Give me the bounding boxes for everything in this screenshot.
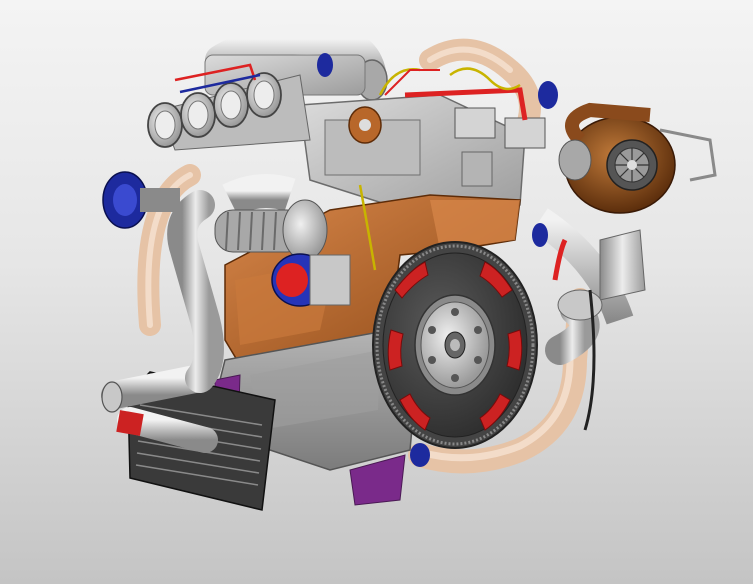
flywheel-icon	[372, 241, 538, 449]
engine-render	[101, 24, 717, 511]
oil-filter	[271, 253, 351, 307]
intake-bellows	[214, 199, 328, 261]
alternator	[348, 106, 382, 144]
fuel-line	[384, 69, 440, 96]
turbocharger-icon	[532, 102, 717, 325]
cad-viewport[interactable]	[0, 0, 753, 584]
